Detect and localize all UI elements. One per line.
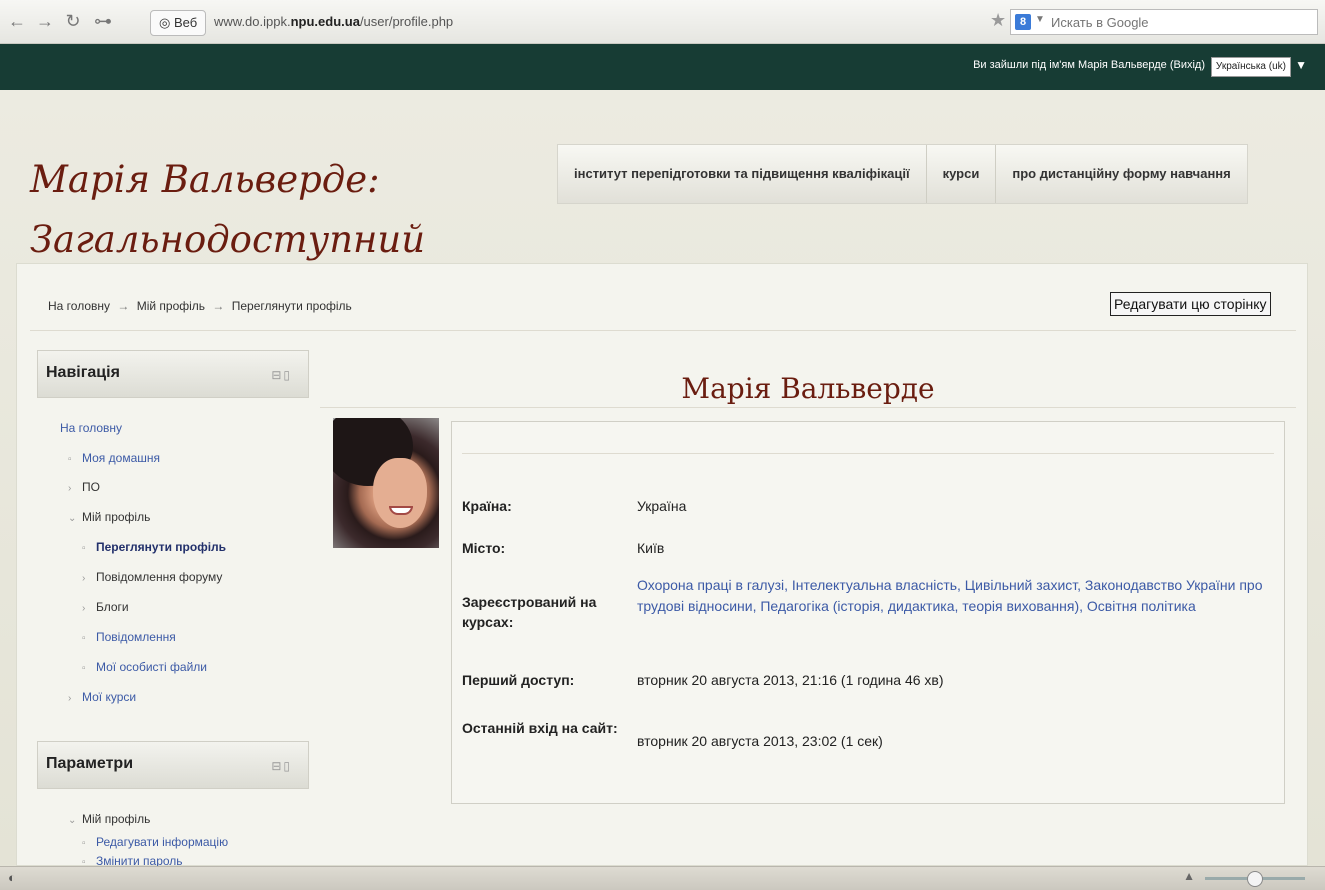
block-controls-icon[interactable]: ⊟▯ — [271, 368, 292, 382]
nav-item-private-files[interactable]: ▫ Мої особисті файли — [82, 652, 207, 684]
bookmark-star-icon[interactable]: ★ — [990, 10, 1006, 31]
back-icon[interactable]: ← — [6, 10, 28, 32]
nav-item-label: Повідомлення — [96, 630, 176, 644]
nav-item-view-profile[interactable]: ▫ Переглянути профіль — [82, 532, 226, 564]
login-text: Ви зайшли під ім'ям Марія Вальверде ( — [973, 59, 1174, 71]
url-path: /user/profile.php — [359, 14, 454, 29]
profile-name: Марія Вальверде — [681, 372, 935, 405]
menu-item-distance-learning[interactable]: про дистанційну форму навчання — [996, 145, 1246, 203]
zoom-slider-thumb[interactable] — [1247, 871, 1263, 887]
address-bar[interactable]: www.do.ippk.npu.edu.ua/user/profile.php — [214, 11, 954, 33]
breadcrumb: На головну → Мій профіль → Переглянути п… — [48, 299, 352, 313]
breadcrumb-view-profile: Переглянути профіль — [231, 299, 352, 313]
breadcrumb-separator: → — [212, 299, 225, 313]
breadcrumb-separator: → — [117, 299, 130, 313]
page-icon: ▫ — [82, 543, 86, 554]
chevron-right-icon: › — [82, 603, 86, 614]
zoom-out-icon[interactable]: ▲ — [1183, 869, 1195, 883]
avatar[interactable] — [333, 418, 439, 548]
settings-item-label: Редагувати інформацію — [96, 835, 229, 849]
block-controls-icon[interactable]: ⊟▯ — [271, 759, 292, 773]
last-access-label: Останній вхід на сайт: — [462, 720, 618, 736]
globe-icon: ◎ — [159, 15, 174, 30]
edit-page-button[interactable]: Редагувати цю сторінку — [1110, 292, 1271, 316]
nav-item-label: Блоги — [96, 600, 129, 614]
last-access-value: вторник 20 августа 2013, 23:02 (1 сек) — [637, 733, 883, 749]
nav-item-blogs[interactable]: › Блоги — [82, 592, 129, 624]
nav-item-po[interactable]: › ПО — [68, 472, 100, 504]
site-topbar: Ви зайшли під ім'ям Марія Вальверде (Вих… — [0, 44, 1325, 90]
nav-item-label: Переглянути профіль — [96, 540, 227, 554]
nav-item-my-home[interactable]: ▫ Моя домашня — [68, 443, 160, 475]
status-icon: ◐ — [8, 870, 16, 885]
reload-icon[interactable]: ↻ — [62, 10, 84, 32]
nav-item-label: Моя домашня — [82, 451, 160, 465]
chevron-right-icon: › — [82, 573, 86, 584]
breadcrumb-home[interactable]: На головну — [48, 299, 110, 313]
divider — [320, 407, 1296, 408]
country-label: Країна: — [462, 498, 512, 514]
page-icon: ▫ — [82, 663, 86, 674]
nav-item-label: ПО — [82, 480, 100, 494]
navigation-block-header: Навігація ⊟▯ — [37, 350, 309, 398]
nav-item-forum-posts[interactable]: › Повідомлення форуму — [82, 562, 222, 594]
nav-item-label: Мої особисті файли — [96, 660, 207, 674]
login-info: Ви зайшли під ім'ям Марія Вальверде (Вих… — [973, 59, 1205, 71]
nav-item-home[interactable]: На головну — [60, 413, 122, 443]
status-bar: ◐ ▲ — [0, 866, 1325, 890]
login-close: ) — [1201, 59, 1205, 71]
language-select[interactable]: Українська (uk) — [1210, 57, 1291, 77]
page-icon: ▫ — [82, 857, 86, 866]
city-label: Місто: — [462, 540, 506, 556]
site-title: Марія Вальверде: Загальнодоступний — [30, 158, 426, 261]
search-input[interactable] — [1051, 13, 1301, 31]
page-icon: ▫ — [82, 633, 86, 644]
main-menu: інститут перепідготовки та підвищення кв… — [557, 144, 1248, 204]
chevron-right-icon: › — [68, 483, 72, 494]
first-access-label: Перший доступ: — [462, 672, 575, 688]
courses-list[interactable]: Охорона праці в галузі, Інтелектуальна в… — [637, 575, 1277, 617]
chevron-down-icon[interactable]: ▼ — [1035, 14, 1045, 25]
settings-item-label: Змінити пароль — [96, 854, 183, 866]
nav-item-label: Повідомлення форуму — [96, 570, 223, 584]
navigation-block-title: Навігація — [46, 364, 120, 381]
first-access-value: вторник 20 августа 2013, 21:16 (1 година… — [637, 672, 944, 688]
country-value: Україна — [637, 498, 687, 514]
settings-block-header: Параметри ⊟▯ — [37, 741, 309, 789]
menu-item-courses[interactable]: курси — [927, 145, 997, 203]
nav-item-label: Мій профіль — [82, 510, 151, 524]
nav-item-label: На головну — [60, 421, 123, 435]
settings-item-change-password[interactable]: ▫ Змінити пароль — [82, 852, 183, 866]
chevron-down-icon: ⌄ — [68, 815, 77, 826]
browser-toolbar: ← → ↻ ⊶ ◎ Веб www.do.ippk.npu.edu.ua/use… — [0, 0, 1325, 44]
menu-item-institute[interactable]: інститут перепідготовки та підвищення кв… — [558, 145, 927, 203]
google-icon[interactable]: 8 — [1015, 14, 1031, 30]
courses-label: Зареєстрований на курсах: — [462, 594, 597, 630]
page-icon: ▫ — [68, 454, 72, 465]
web-label: Веб — [173, 15, 198, 30]
url-prefix: www.do.ippk. — [214, 14, 291, 29]
chevron-right-icon: › — [68, 693, 72, 704]
url-domain: npu.edu.ua — [290, 14, 360, 29]
web-indicator[interactable]: ◎ Веб — [150, 10, 207, 36]
chevron-down-icon: ⌄ — [68, 513, 77, 524]
divider — [462, 453, 1274, 454]
nav-item-label: Мої курси — [82, 690, 137, 704]
nav-item-messages[interactable]: ▫ Повідомлення — [82, 622, 176, 654]
settings-item-label: Мій профіль — [82, 812, 151, 826]
city-value: Київ — [637, 540, 665, 556]
settings-block-title: Параметри — [46, 755, 134, 772]
forward-icon[interactable]: → — [34, 10, 56, 32]
key-icon[interactable]: ⊶ — [92, 10, 114, 32]
divider — [30, 330, 1296, 331]
nav-item-my-profile[interactable]: ⌄ Мій профіль — [68, 502, 150, 534]
chevron-down-icon[interactable]: ▼ — [1295, 58, 1307, 72]
nav-item-my-courses[interactable]: › Мої курси — [68, 682, 136, 714]
logout-link[interactable]: Вихід — [1173, 59, 1201, 71]
search-box[interactable]: 8 ▼ — [1010, 9, 1318, 35]
breadcrumb-my-profile[interactable]: Мій профіль — [137, 299, 205, 313]
